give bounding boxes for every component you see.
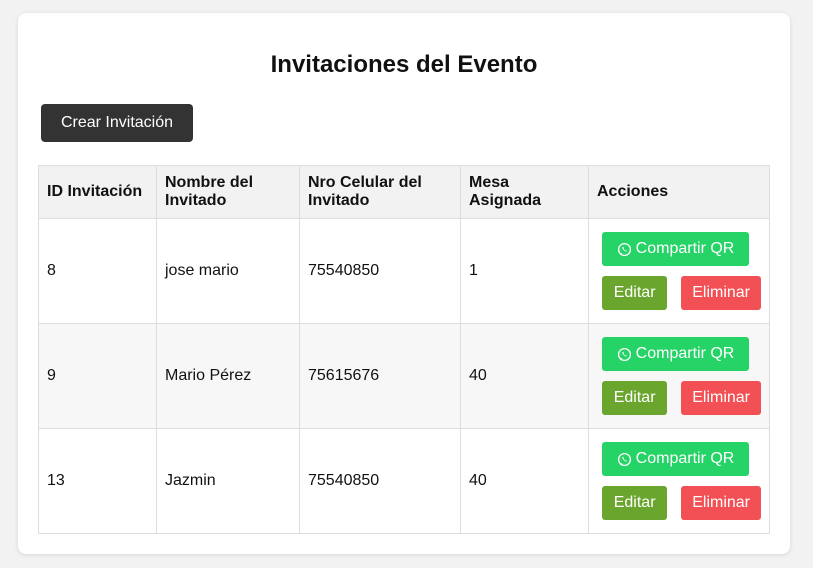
invitations-card: Invitaciones del Evento Crear Invitación… bbox=[18, 13, 790, 554]
share-qr-label: Compartir QR bbox=[635, 450, 735, 467]
cell-phone: 75615676 bbox=[299, 323, 461, 429]
create-invitation-button[interactable]: Crear Invitación bbox=[41, 104, 193, 142]
table-row: 13 Jazmin 75540850 40 Compartir QR Edita… bbox=[38, 428, 770, 534]
share-qr-button[interactable]: Compartir QR bbox=[602, 337, 749, 371]
cell-actions: Compartir QR Editar Eliminar bbox=[588, 428, 770, 534]
header-id: ID Invitación bbox=[38, 165, 157, 219]
table-row: 9 Mario Pérez 75615676 40 Compartir QR E… bbox=[38, 323, 770, 429]
cell-id: 8 bbox=[38, 218, 157, 324]
table-header-row: ID Invitación Nombre del Invitado Nro Ce… bbox=[38, 165, 770, 219]
cell-table: 40 bbox=[460, 428, 589, 534]
delete-button[interactable]: Eliminar bbox=[681, 381, 761, 415]
cell-phone: 75540850 bbox=[299, 428, 461, 534]
cell-actions: Compartir QR Editar Eliminar bbox=[588, 323, 770, 429]
cell-table: 40 bbox=[460, 323, 589, 429]
cell-table: 1 bbox=[460, 218, 589, 324]
edit-button[interactable]: Editar bbox=[602, 276, 668, 310]
share-qr-button[interactable]: Compartir QR bbox=[602, 232, 749, 266]
edit-button[interactable]: Editar bbox=[602, 486, 668, 520]
header-table: Mesa Asignada bbox=[460, 165, 589, 219]
share-qr-button[interactable]: Compartir QR bbox=[602, 442, 749, 476]
cell-id: 13 bbox=[38, 428, 157, 534]
whatsapp-icon bbox=[617, 242, 632, 257]
page-title: Invitaciones del Evento bbox=[270, 51, 538, 78]
share-qr-label: Compartir QR bbox=[635, 240, 735, 257]
cell-phone: 75540850 bbox=[299, 218, 461, 324]
delete-button[interactable]: Eliminar bbox=[681, 276, 761, 310]
whatsapp-icon bbox=[617, 452, 632, 467]
header-actions: Acciones bbox=[588, 165, 770, 219]
table-row: 8 jose mario 75540850 1 Compartir QR Edi… bbox=[38, 218, 770, 324]
cell-name: Mario Pérez bbox=[156, 323, 300, 429]
edit-button[interactable]: Editar bbox=[602, 381, 668, 415]
whatsapp-icon bbox=[617, 347, 632, 362]
cell-id: 9 bbox=[38, 323, 157, 429]
header-phone: Nro Celular del Invitado bbox=[299, 165, 461, 219]
invitations-table: ID Invitación Nombre del Invitado Nro Ce… bbox=[38, 165, 770, 534]
share-qr-label: Compartir QR bbox=[635, 345, 735, 362]
header-name: Nombre del Invitado bbox=[156, 165, 300, 219]
cell-name: Jazmin bbox=[156, 428, 300, 534]
cell-name: jose mario bbox=[156, 218, 300, 324]
cell-actions: Compartir QR Editar Eliminar bbox=[588, 218, 770, 324]
delete-button[interactable]: Eliminar bbox=[681, 486, 761, 520]
